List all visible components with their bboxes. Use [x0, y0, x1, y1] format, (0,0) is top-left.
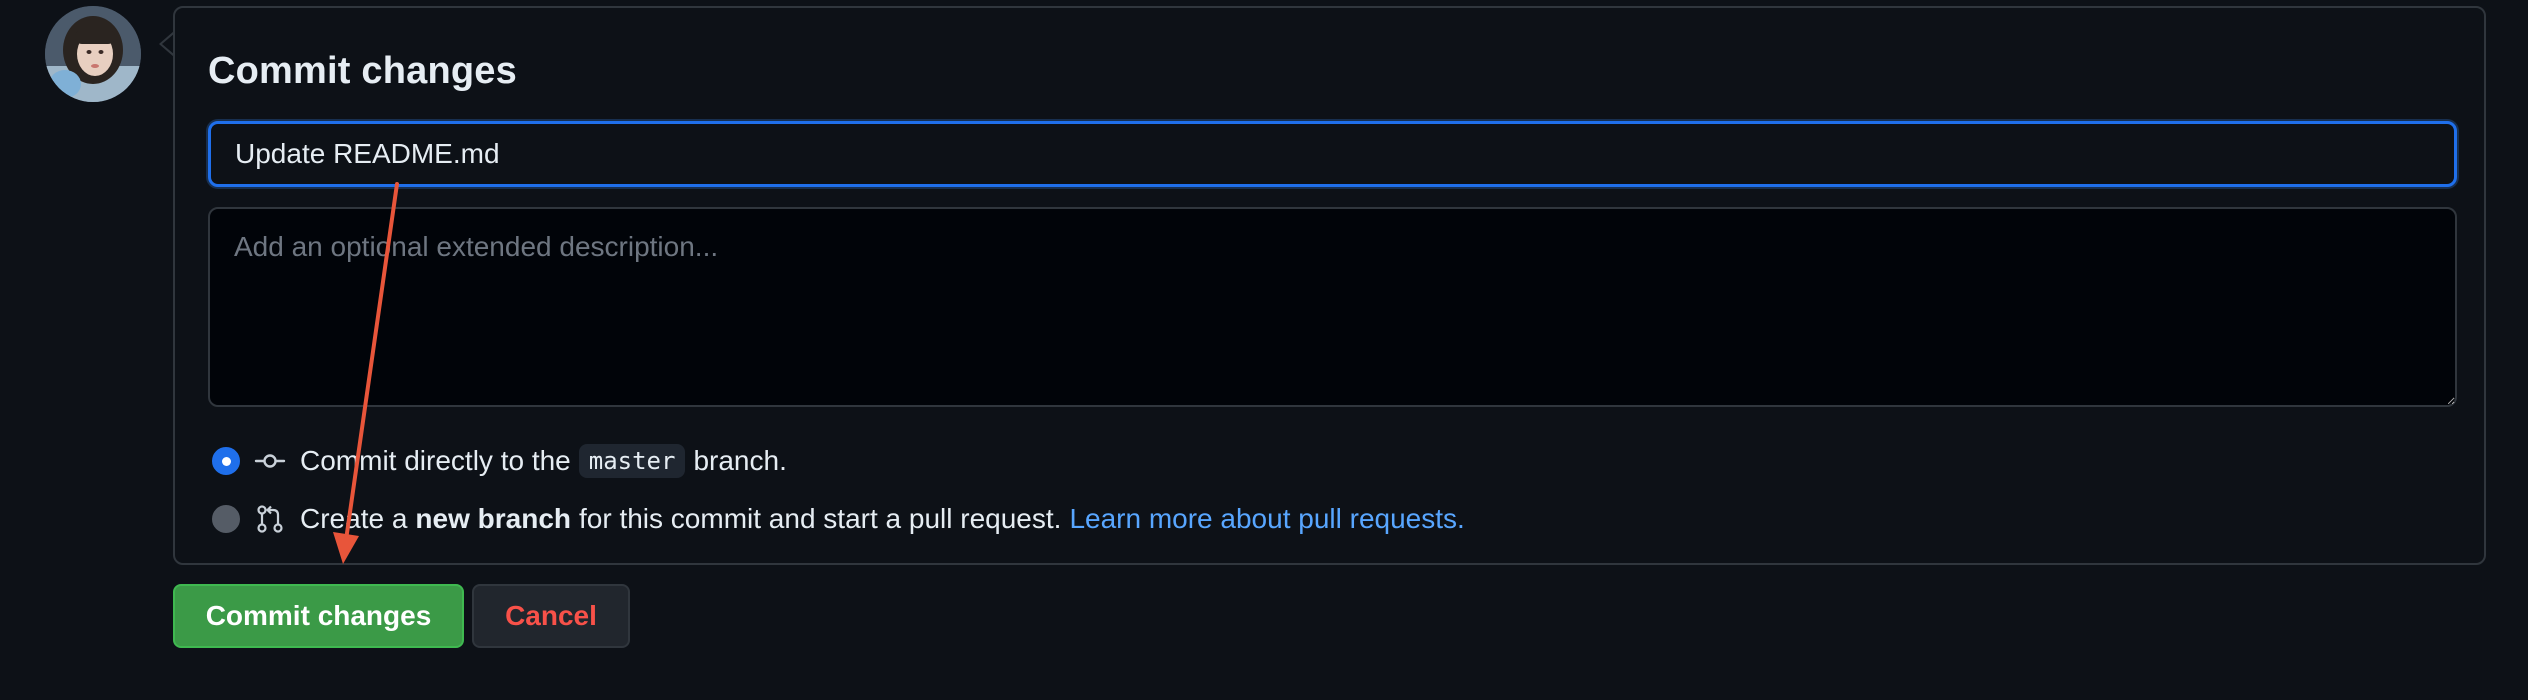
commit-changes-button[interactable]: Commit changes [173, 584, 464, 648]
commit-summary-input[interactable] [208, 121, 2457, 187]
commit-description-textarea[interactable] [208, 207, 2457, 407]
option-commit-direct[interactable]: Commit directly to the master branch. [212, 441, 787, 481]
radio-new-branch[interactable] [212, 505, 240, 533]
option-direct-prefix: Commit directly to the [300, 445, 571, 476]
option-direct-suffix: branch. [693, 445, 787, 476]
cancel-button[interactable]: Cancel [472, 584, 630, 648]
learn-more-link[interactable]: Learn more about pull requests. [1069, 503, 1464, 535]
panel-title: Commit changes [208, 50, 517, 92]
option-new-prefix: Create a [300, 503, 408, 534]
git-pull-request-icon [257, 505, 283, 533]
branch-name-badge: master [578, 444, 686, 478]
git-commit-icon [254, 454, 286, 468]
option-new-suffix: for this commit and start a pull request… [579, 503, 1062, 534]
radio-commit-direct[interactable] [212, 447, 240, 475]
commit-changes-screen: Commit changes Commit directly to the ma… [0, 0, 2528, 700]
commit-form-panel: Commit changes Commit directly to the ma… [173, 6, 2486, 565]
option-new-bold: new branch [415, 503, 571, 534]
option-new-branch[interactable]: Create a new branch for this commit and … [212, 499, 1465, 539]
user-avatar[interactable] [45, 6, 141, 102]
